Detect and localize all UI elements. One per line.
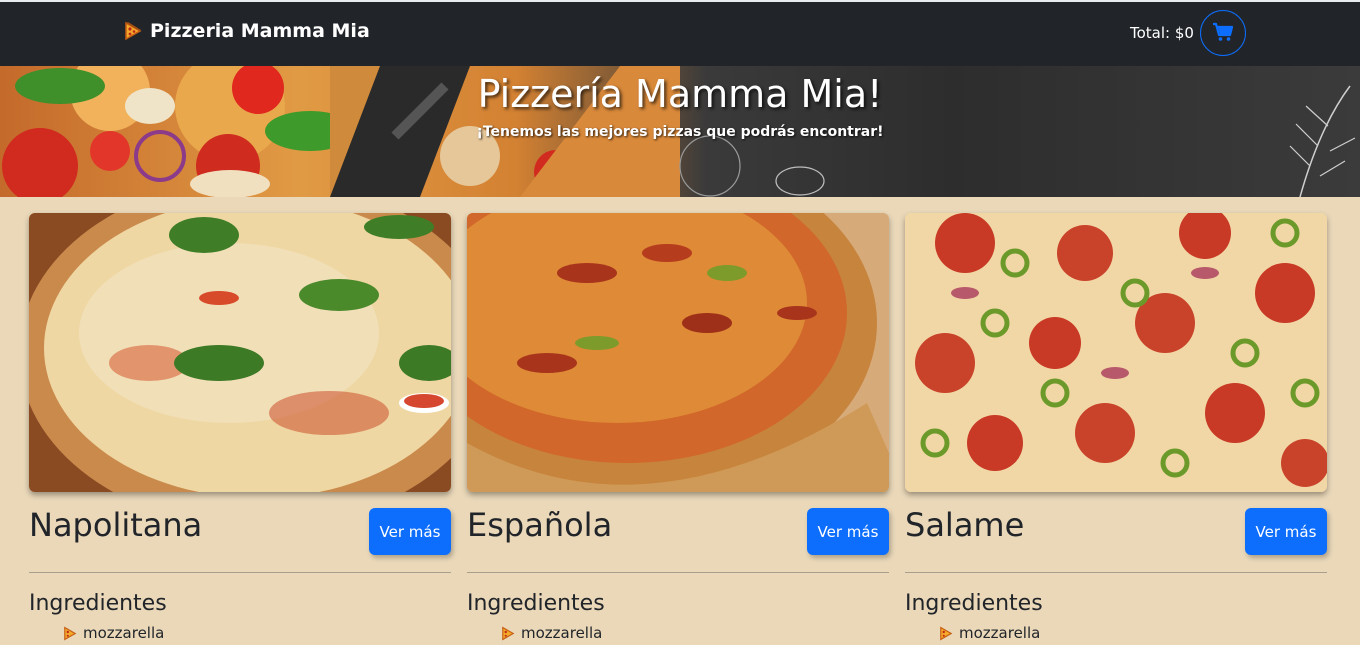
cart-button[interactable]	[1199, 10, 1246, 56]
ingredients-list: mozzarella	[939, 624, 1327, 642]
pizza-slice-icon	[124, 21, 142, 41]
ingredient-label: mozzarella	[959, 624, 1041, 642]
ingredients-title: Ingredientes	[905, 591, 1043, 616]
hero-banner: Pizzería Mamma Mia! ¡Tenemos las mejores…	[0, 66, 1360, 197]
hero-title: Pizzería Mamma Mia!	[477, 72, 883, 116]
divider	[467, 572, 889, 573]
brand-link[interactable]: Pizzeria Mamma Mia	[124, 20, 370, 42]
ingredient-label: mozzarella	[521, 624, 603, 642]
navbar: Pizzeria Mamma Mia Total: $0	[0, 0, 1360, 66]
ingredients-list: mozzarella	[501, 624, 889, 642]
card-header: Salame Ver más	[905, 492, 1327, 572]
pizza-slice-icon	[939, 626, 953, 641]
ver-mas-button[interactable]: Ver más	[369, 508, 451, 555]
pizza-name: Salame	[905, 506, 1025, 544]
pizza-image[interactable]	[29, 213, 451, 492]
cart-icon	[1212, 22, 1234, 45]
card-header: Española Ver más	[467, 492, 889, 572]
pizza-image[interactable]	[905, 213, 1327, 492]
card-header: Napolitana Ver más	[29, 492, 451, 572]
pizza-slice-icon	[501, 626, 515, 641]
pizza-image[interactable]	[467, 213, 889, 492]
pizza-name: Napolitana	[29, 506, 203, 544]
divider	[905, 572, 1327, 573]
cart-area: Total: $0	[1130, 10, 1246, 56]
cart-total: Total: $0	[1130, 24, 1194, 42]
pizza-card-espanola: Española Ver más Ingredientes mozzarella	[467, 213, 889, 642]
pizza-card-salame: Salame Ver más Ingredientes mozzarella	[905, 213, 1327, 642]
pizza-card-napolitana: Napolitana Ver más Ingredientes mozzarel…	[29, 213, 451, 642]
brand-name: Pizzeria Mamma Mia	[150, 20, 370, 42]
pizza-slice-icon	[63, 626, 77, 641]
ver-mas-button[interactable]: Ver más	[1245, 508, 1327, 555]
ingredient-label: mozzarella	[83, 624, 165, 642]
divider	[29, 572, 451, 573]
ingredients-title: Ingredientes	[29, 591, 167, 616]
ver-mas-button[interactable]: Ver más	[807, 508, 889, 555]
ingredient-item: mozzarella	[501, 624, 889, 642]
hero-subtitle: ¡Tenemos las mejores pizzas que podrás e…	[476, 124, 884, 140]
ingredients-list: mozzarella	[63, 624, 451, 642]
ingredient-item: mozzarella	[939, 624, 1327, 642]
ingredient-item: mozzarella	[63, 624, 451, 642]
ingredients-title: Ingredientes	[467, 591, 605, 616]
pizza-name: Española	[467, 506, 613, 544]
